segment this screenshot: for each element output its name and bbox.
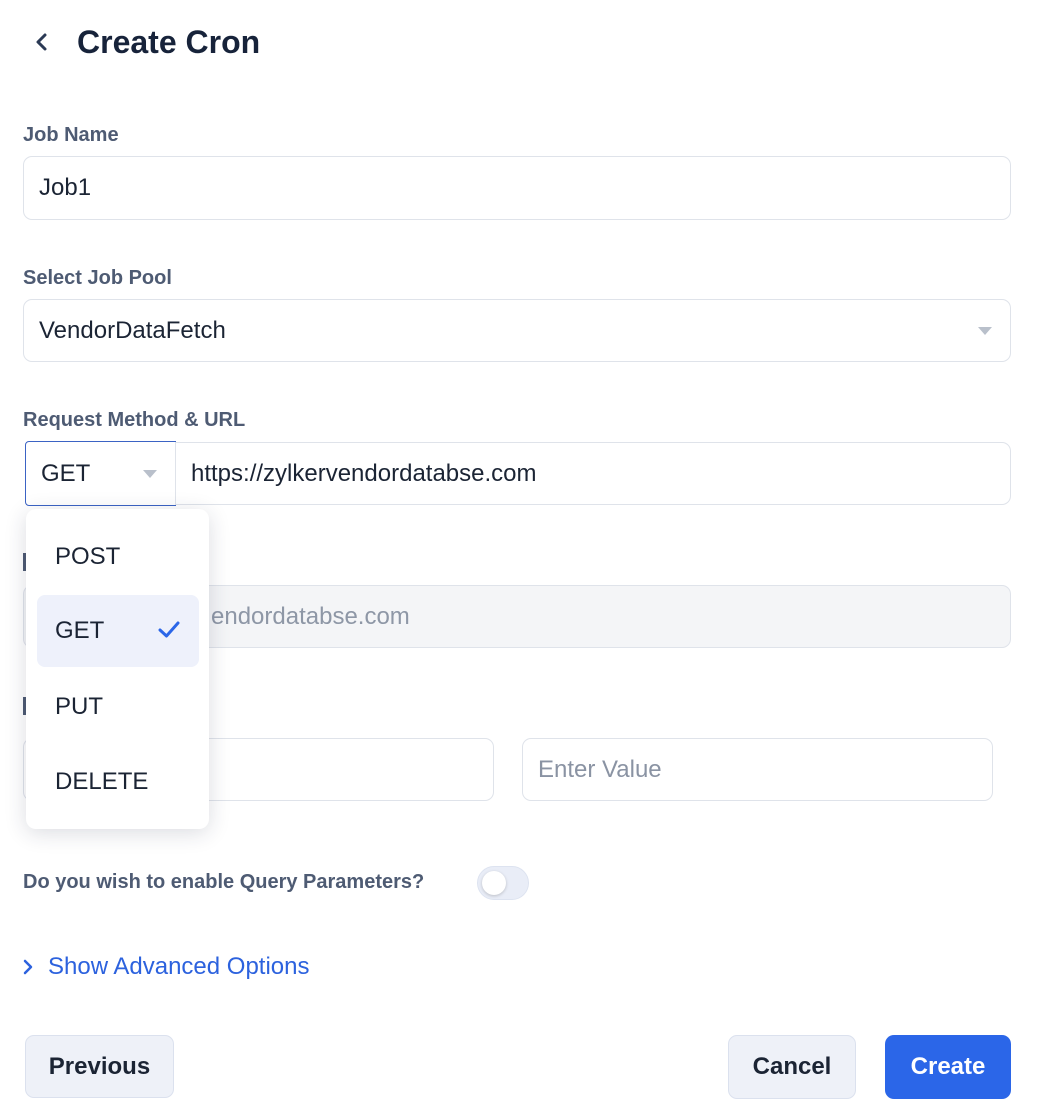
dropdown-caret-icon <box>143 470 157 478</box>
job-name-input[interactable]: Job1 <box>23 156 1011 220</box>
url-input[interactable]: https://zylkervendordatabse.com <box>175 442 1011 505</box>
method-option-delete[interactable]: DELETE <box>37 746 199 818</box>
show-advanced-options-label: Show Advanced Options <box>48 953 310 980</box>
previous-button[interactable]: Previous <box>25 1035 174 1098</box>
chevron-left-icon <box>36 33 47 51</box>
create-button[interactable]: Create <box>885 1035 1011 1099</box>
url-value: https://zylkervendordatabse.com <box>191 459 537 487</box>
back-button[interactable] <box>26 24 58 60</box>
show-advanced-options-link[interactable]: Show Advanced Options <box>22 953 310 981</box>
page-title: Create Cron <box>77 24 261 60</box>
method-option-label: DELETE <box>55 768 149 795</box>
header-value-input[interactable]: Enter Value <box>522 738 993 801</box>
url-preview-text: endordatabse.com <box>211 602 410 630</box>
query-params-toggle[interactable] <box>477 866 529 900</box>
method-option-label: PUT <box>55 693 103 720</box>
toggle-knob <box>482 871 506 895</box>
query-params-label: Do you wish to enable Query Parameters? <box>23 871 425 893</box>
method-option-get[interactable]: GET <box>37 595 199 667</box>
checkmark-icon <box>158 621 180 638</box>
job-pool-label: Select Job Pool <box>23 267 172 289</box>
cancel-button[interactable]: Cancel <box>728 1035 856 1099</box>
job-pool-select[interactable]: VendorDataFetch <box>23 299 1011 362</box>
job-pool-value: VendorDataFetch <box>39 316 226 344</box>
method-option-put[interactable]: PUT <box>37 671 199 743</box>
chevron-right-icon <box>23 959 33 975</box>
method-option-label: GET <box>55 617 105 644</box>
method-value: GET <box>41 459 91 487</box>
header-value-placeholder: Enter Value <box>538 755 662 783</box>
method-option-label: POST <box>55 543 121 570</box>
dropdown-caret-icon <box>978 327 992 335</box>
job-name-value: Job1 <box>39 174 92 201</box>
method-select[interactable]: GET <box>25 441 176 506</box>
method-dropdown-menu: POST GET PUT DELETE <box>26 509 209 829</box>
job-name-label: Job Name <box>23 124 119 146</box>
request-label: Request Method & URL <box>23 409 246 431</box>
method-option-post[interactable]: POST <box>37 521 199 593</box>
